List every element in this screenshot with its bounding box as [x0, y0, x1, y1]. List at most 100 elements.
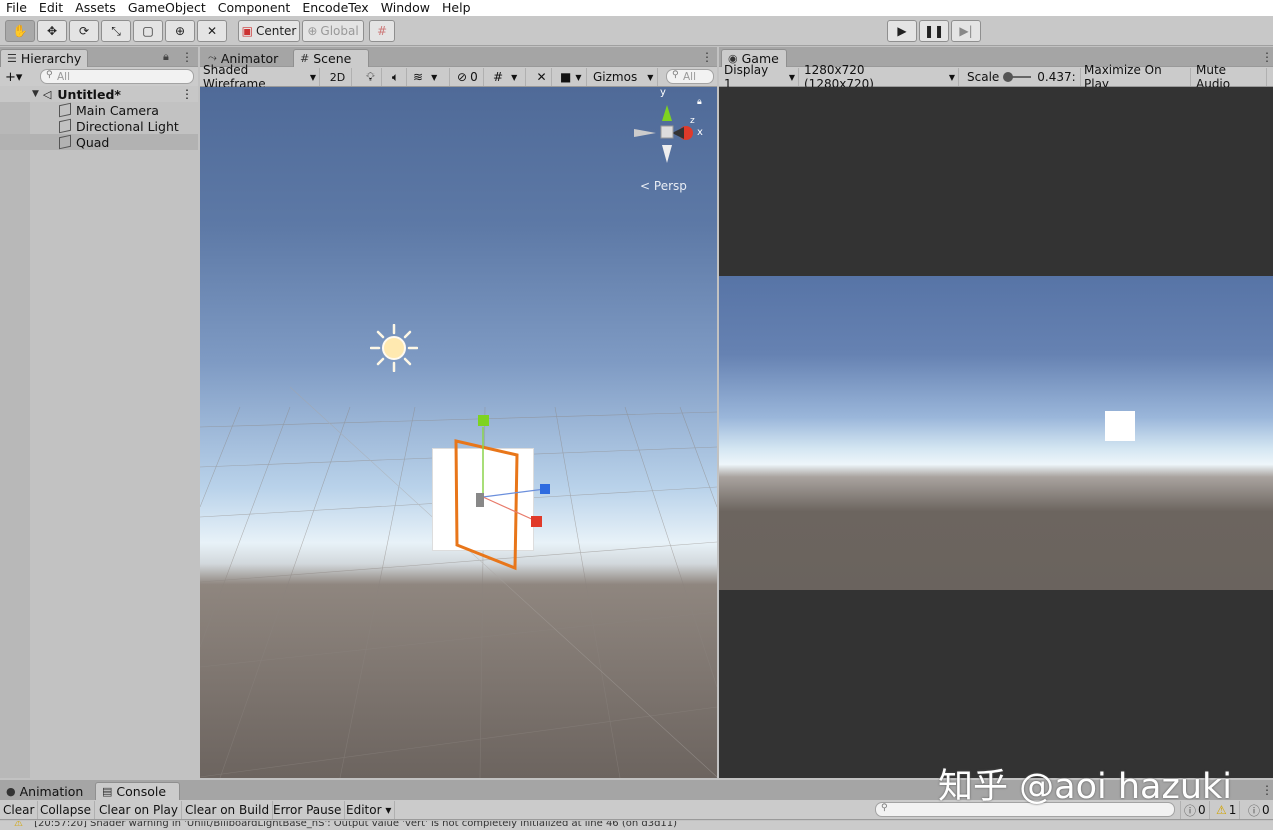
editor-dropdown[interactable]: Editor ▾ — [343, 801, 396, 819]
menu-edit[interactable]: Edit — [33, 1, 69, 15]
custom-tool-button[interactable]: ✕ — [197, 20, 227, 42]
error-count: 0 — [1262, 803, 1270, 817]
audio-toggle[interactable]: 🔈︎ — [385, 68, 407, 86]
error-filter-toggle[interactable]: ⓘ 0 — [1245, 801, 1273, 819]
space-global-toggle[interactable]: ⊕ Global — [302, 20, 364, 42]
pause-button[interactable]: ❚❚ — [919, 20, 949, 42]
unity-scene-icon: ◁ — [42, 87, 52, 101]
tab-animation-label: Animation — [19, 783, 84, 799]
hierarchy-item-directional-light[interactable]: Directional Light — [0, 118, 198, 134]
hierarchy-item-quad[interactable]: Quad — [0, 134, 198, 150]
tab-animation[interactable]: ● Animation — [0, 782, 92, 800]
menu-bar: File Edit Assets GameObject Component En… — [0, 0, 1273, 16]
scene-viewport[interactable]: y x z 🔒︎ < Persp — [200, 87, 717, 778]
snap-toggle-button[interactable]: # — [369, 20, 395, 42]
game-menu-icon[interactable]: ⋮ — [1261, 50, 1273, 64]
search-icon: ⚲ — [46, 70, 53, 80]
hidden-count: 0 — [470, 70, 478, 84]
gizmo-y-handle[interactable] — [478, 415, 489, 426]
mute-audio-toggle[interactable]: Mute Audio — [1193, 63, 1267, 91]
rect-tool-button[interactable]: ▢ — [133, 20, 163, 42]
collapse-button[interactable]: Collapse — [37, 801, 95, 819]
camera-dropdown[interactable]: ■ ▼ — [557, 68, 587, 86]
gizmo-z-handle[interactable] — [540, 484, 550, 494]
gizmo-center[interactable] — [476, 493, 484, 507]
scale-slider-thumb[interactable] — [1003, 72, 1014, 82]
menu-assets[interactable]: Assets — [69, 1, 122, 15]
effects-icon: ≋ — [413, 70, 424, 84]
scene-search-input[interactable]: ⚲ All — [666, 69, 714, 84]
tab-console[interactable]: ▤ Console — [95, 782, 180, 800]
effects-dropdown[interactable]: ≋ ▼ — [410, 68, 450, 86]
menu-gameobject[interactable]: GameObject — [122, 1, 212, 15]
hand-tool-button[interactable]: ✋ — [5, 20, 35, 42]
custom-tool-icon: ✕ — [206, 24, 218, 38]
scene-root-row[interactable]: ▼ ◁ Untitled* ⋮ — [0, 86, 198, 102]
scale-tool-button[interactable]: ⤡ — [101, 20, 131, 42]
tab-hierarchy[interactable]: ☰ Hierarchy — [0, 49, 88, 67]
lighting-toggle[interactable]: 💡︎ — [360, 68, 382, 86]
gizmo-x-handle[interactable] — [531, 516, 542, 527]
play-button[interactable]: ▶ — [887, 20, 917, 42]
hierarchy-item-label: Quad — [76, 134, 110, 150]
projection-label: Persp — [653, 179, 687, 193]
search-icon: ⚲ — [881, 803, 888, 813]
scene-menu-icon[interactable]: ⋮ — [701, 50, 713, 64]
draw-mode-dropdown[interactable]: Shaded Wireframe ▼ — [200, 63, 320, 91]
menu-window[interactable]: Window — [375, 1, 436, 15]
gameobject-icon — [59, 102, 71, 118]
pivot-center-toggle[interactable]: ▣ Center — [238, 20, 300, 42]
eye-slash-icon: ⊘ — [457, 70, 468, 84]
log-entry[interactable]: ⚠ [20:57:20] Shader warning in 'Unlit/Bi… — [14, 821, 677, 829]
dropdown-arrow-icon: ▼ — [647, 72, 654, 82]
clear-on-build-toggle[interactable]: Clear on Build — [182, 801, 274, 819]
tab-console-label: Console — [116, 784, 167, 799]
resolution-dropdown[interactable]: 1280x720 (1280x720) ▼ — [801, 63, 959, 91]
scale-slider-track[interactable] — [1003, 72, 1032, 82]
add-object-button[interactable]: +▾ — [2, 68, 25, 86]
scene-menu-icon[interactable]: ⋮ — [181, 87, 193, 101]
hidden-objects-toggle[interactable]: ⊘ 0 — [454, 68, 484, 86]
dropdown-arrow-icon: ▼ — [575, 72, 582, 82]
gizmo-lock-icon[interactable]: 🔒︎ — [697, 97, 702, 107]
game-render — [719, 276, 1273, 590]
clear-on-play-toggle[interactable]: Clear on Play — [96, 801, 182, 819]
hierarchy-menu-icon[interactable]: ⋮ — [181, 50, 193, 64]
axis-x-label: x — [697, 127, 703, 138]
console-menu-icon[interactable]: ⋮ — [1261, 783, 1273, 797]
play-icon: ▶ — [897, 24, 907, 38]
gizmos-dropdown[interactable]: Gizmos ▼ — [590, 68, 658, 86]
clear-button[interactable]: Clear — [0, 801, 39, 819]
menu-component[interactable]: Component — [212, 1, 297, 15]
step-icon: ▶| — [959, 24, 973, 38]
error-pause-toggle[interactable]: Error Pause — [270, 801, 346, 819]
menu-encodetex[interactable]: EncodeTex — [296, 1, 374, 15]
tools-toggle[interactable]: ✕ — [532, 68, 552, 86]
scale-tool-icon: ⤡ — [111, 23, 121, 38]
scale-slider[interactable]: Scale 0.437: — [964, 68, 1081, 86]
display-dropdown[interactable]: Display 1 ▼ — [721, 63, 799, 91]
menu-file[interactable]: File — [0, 1, 33, 15]
dropdown-arrow-icon: ▼ — [309, 72, 316, 82]
watermark: 知乎 @aoi hazuki — [938, 767, 1233, 807]
selection-outline — [454, 439, 519, 571]
move-tool-button[interactable]: ✥ — [37, 20, 67, 42]
list-icon: ☰ — [7, 52, 17, 65]
dropdown-arrow-icon: ▼ — [948, 72, 955, 82]
game-viewport[interactable] — [719, 87, 1273, 778]
dropdown-arrow-icon: ▼ — [788, 72, 795, 82]
2d-toggle[interactable]: 2D — [324, 68, 352, 86]
scene-toolbar: Shaded Wireframe ▼ 2D 💡︎ 🔈︎ ≋ ▼ ⊘ 0 # ▼ … — [200, 63, 717, 91]
lock-icon[interactable]: 🔒︎ — [163, 50, 169, 64]
hierarchy-item-main-camera[interactable]: Main Camera — [0, 102, 198, 118]
transform-tool-button[interactable]: ⊕ — [165, 20, 195, 42]
menu-help[interactable]: Help — [436, 1, 477, 15]
expand-arrow-icon[interactable]: ▼ — [32, 89, 39, 99]
hierarchy-item-label: Directional Light — [76, 118, 179, 134]
rotate-tool-button[interactable]: ⟳ — [69, 20, 99, 42]
step-button[interactable]: ▶| — [951, 20, 981, 42]
hierarchy-search-input[interactable]: ⚲ All — [40, 69, 194, 84]
projection-toggle[interactable]: < Persp — [640, 179, 687, 193]
maximize-on-play-toggle[interactable]: Maximize On Play — [1081, 63, 1191, 91]
grid-snap-dropdown[interactable]: # ▼ — [490, 68, 526, 86]
